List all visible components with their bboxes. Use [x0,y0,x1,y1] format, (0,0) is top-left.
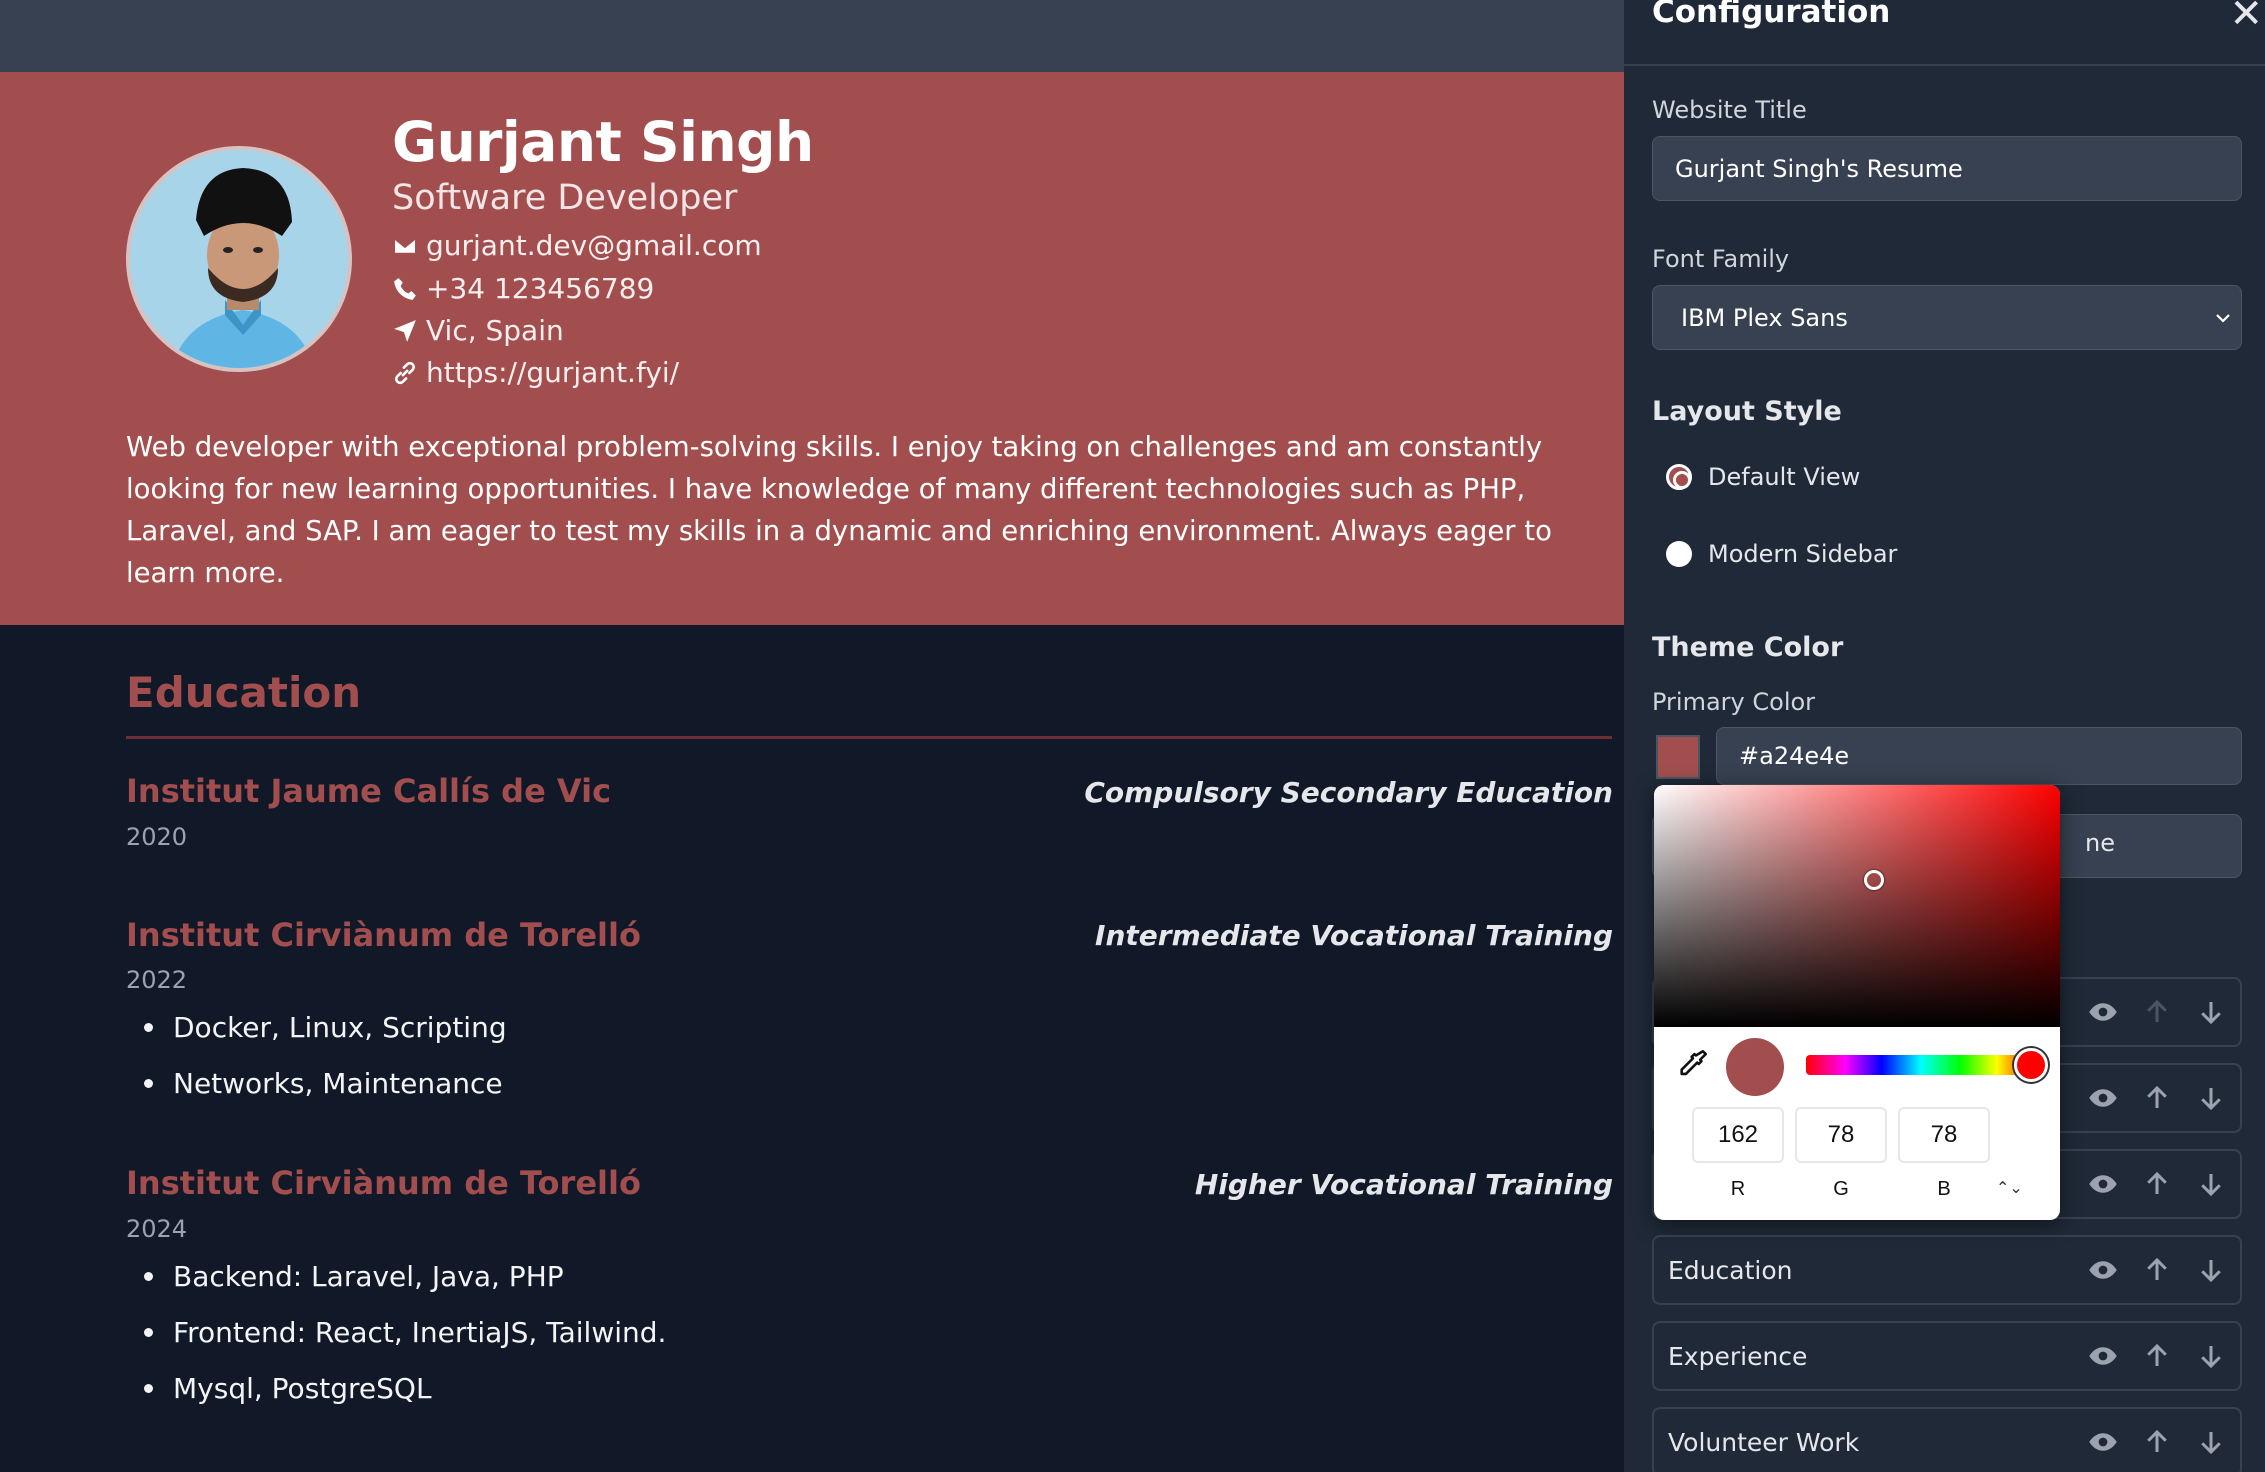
phone-text: +34 123456789 [426,272,655,305]
phone-icon [394,277,416,300]
layout-option-label: Modern Sidebar [1708,540,1898,568]
eye-icon[interactable] [2088,1427,2118,1457]
layout-option-default[interactable]: Default View [1666,463,1860,491]
education-school: Institut Jaume Callís de Vic [126,772,612,810]
eye-icon[interactable] [2088,997,2118,1027]
education-divider [126,736,1612,739]
education-school: Institut Cirviànum de Torelló [126,1164,641,1202]
radio-checked-icon [1666,464,1692,490]
contact-website[interactable]: https://gurjant.fyi/ [392,356,679,389]
arrow-up-icon[interactable] [2142,997,2172,1027]
contact-email[interactable]: gurjant.dev@gmail.com [392,229,762,262]
font-family-value: IBM Plex Sans [1681,303,1848,332]
theme-color-heading: Theme Color [1652,632,1844,663]
section-row-volunteer-work: Volunteer Work [1652,1407,2242,1472]
panel-title: Configuration [1652,0,1891,30]
section-row-experience: Experience [1652,1321,2242,1391]
arrow-up-icon[interactable] [2142,1255,2172,1285]
layout-option-modern[interactable]: Modern Sidebar [1666,540,1897,568]
list-item: Docker, Linux, Scripting [140,999,507,1055]
chevron-down-icon [2216,314,2230,323]
format-toggle-icon[interactable]: ⌃⌄ [1996,1178,2023,1197]
radio-unchecked-icon [1666,541,1692,567]
website-title-value: Gurjant Singh's Resume [1675,154,1963,183]
education-heading: Education [126,668,362,717]
arrow-down-icon[interactable] [2196,1427,2226,1457]
resume-role: Software Developer [392,178,738,218]
font-family-select[interactable]: IBM Plex Sans [1652,285,2242,350]
eye-icon[interactable] [2088,1255,2118,1285]
location-text: Vic, Spain [426,314,564,347]
arrow-down-icon[interactable] [2196,1083,2226,1113]
primary-color-input[interactable]: #a24e4e [1716,727,2242,785]
link-icon [395,361,415,384]
blue-label: B [1937,1178,1951,1200]
arrow-down-icon[interactable] [2196,1169,2226,1199]
green-label: G [1833,1178,1849,1200]
eye-icon[interactable] [2088,1341,2118,1371]
arrow-up-icon[interactable] [2142,1083,2172,1113]
education-year: 2022 [126,966,188,994]
arrow-down-icon[interactable] [2196,1255,2226,1285]
education-degree: Compulsory Secondary Education [1084,776,1613,809]
eye-icon[interactable] [2088,1169,2118,1199]
education-items: Backend: Laravel, Java, PHP Frontend: Re… [140,1248,666,1416]
education-year: 2024 [126,1215,188,1243]
secondary-input-text: ne [2085,829,2115,857]
email-text: gurjant.dev@gmail.com [426,229,762,262]
configuration-panel: Configuration ✕ Website Title Gurjant Si… [1624,0,2265,1472]
green-input[interactable]: 78 [1795,1107,1887,1163]
primary-color-label: Primary Color [1652,688,1816,716]
blue-input[interactable]: 78 [1898,1107,1990,1163]
arrow-up-icon[interactable] [2142,1169,2172,1199]
list-item: Frontend: React, InertiaJS, Tailwind. [140,1304,666,1360]
hue-slider-handle[interactable] [2014,1048,2048,1082]
section-row-label: Volunteer Work [1668,1427,1860,1457]
contact-phone[interactable]: +34 123456789 [392,272,654,305]
education-year: 2020 [126,823,188,851]
arrow-up-icon[interactable] [2142,1427,2172,1457]
section-row-label: Experience [1668,1341,1808,1371]
resume-name: Gurjant Singh [392,110,814,174]
website-text: https://gurjant.fyi/ [426,356,680,389]
education-school: Institut Cirviànum de Torelló [126,916,641,954]
layout-style-heading: Layout Style [1652,396,1842,427]
avatar [126,146,352,372]
layout-option-label: Default View [1708,463,1861,491]
arrow-down-icon[interactable] [2196,1341,2226,1371]
panel-header: Configuration ✕ [1624,0,2265,66]
envelope-icon [393,237,417,254]
close-icon[interactable]: ✕ [2229,0,2263,34]
primary-color-swatch[interactable] [1656,735,1700,779]
font-family-label: Font Family [1652,245,1790,273]
red-label: R [1730,1178,1746,1200]
contact-location: Vic, Spain [392,314,564,347]
list-item: Backend: Laravel, Java, PHP [140,1248,666,1304]
saturation-cursor[interactable] [1864,870,1884,890]
resume-summary: Web developer with exceptional problem-s… [126,431,1552,589]
location-arrow-icon [394,319,416,342]
arrow-down-icon[interactable] [2196,997,2226,1027]
color-picker-popup: 162 78 78 R G B ⌃⌄ [1654,785,2060,1220]
education-degree: Higher Vocational Training [1194,1168,1613,1201]
red-input[interactable]: 162 [1692,1107,1784,1163]
section-row-label: Education [1668,1255,1793,1285]
arrow-up-icon[interactable] [2142,1341,2172,1371]
eyedropper-icon[interactable] [1676,1047,1710,1081]
list-item: Mysql, PostgreSQL [140,1360,666,1416]
website-title-input[interactable]: Gurjant Singh's Resume [1652,136,2242,201]
website-title-label: Website Title [1652,96,1807,124]
top-bar [0,0,1624,72]
primary-color-value: #a24e4e [1739,742,1850,770]
hue-slider[interactable] [1806,1055,2036,1075]
section-row-education: Education [1652,1235,2242,1305]
education-degree: Intermediate Vocational Training [1095,919,1613,952]
eye-icon[interactable] [2088,1083,2118,1113]
list-item: Networks, Maintenance [140,1055,507,1111]
saturation-value-area[interactable] [1654,785,2060,1027]
education-items: Docker, Linux, Scripting Networks, Maint… [140,999,507,1111]
profile-photo [130,150,348,368]
color-preview [1726,1038,1784,1096]
